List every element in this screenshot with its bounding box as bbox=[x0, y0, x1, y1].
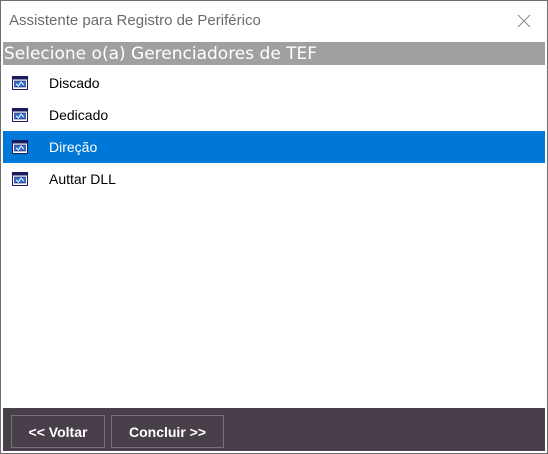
device-icon bbox=[12, 140, 28, 154]
device-icon bbox=[12, 108, 28, 122]
title-bar[interactable]: Assistente para Registro de Periférico bbox=[1, 1, 547, 41]
tef-manager-list: Discado Dedicado Direção Auttar DLL bbox=[3, 67, 545, 195]
section-header-text: Selecione o(a) Gerenciadores de TEF bbox=[4, 44, 318, 64]
back-button[interactable]: << Voltar bbox=[11, 415, 105, 448]
device-icon bbox=[12, 76, 28, 90]
close-icon bbox=[517, 14, 531, 28]
list-item-label: Direção bbox=[49, 139, 98, 155]
list-item-direcao[interactable]: Direção bbox=[3, 131, 545, 163]
window-title: Assistente para Registro de Periférico bbox=[9, 12, 261, 29]
list-item-auttar-dll[interactable]: Auttar DLL bbox=[3, 163, 545, 195]
close-button[interactable] bbox=[501, 1, 547, 41]
section-header: Selecione o(a) Gerenciadores de TEF bbox=[3, 42, 545, 65]
list-item-dedicado[interactable]: Dedicado bbox=[3, 99, 545, 131]
list-item-discado[interactable]: Discado bbox=[3, 67, 545, 99]
button-bar: << Voltar Concluir >> bbox=[3, 408, 545, 451]
wizard-window: Assistente para Registro de Periférico S… bbox=[0, 0, 548, 454]
device-icon bbox=[12, 172, 28, 186]
finish-button[interactable]: Concluir >> bbox=[111, 415, 224, 448]
list-item-label: Auttar DLL bbox=[49, 171, 116, 187]
list-item-label: Discado bbox=[49, 75, 100, 91]
list-item-label: Dedicado bbox=[49, 107, 109, 123]
